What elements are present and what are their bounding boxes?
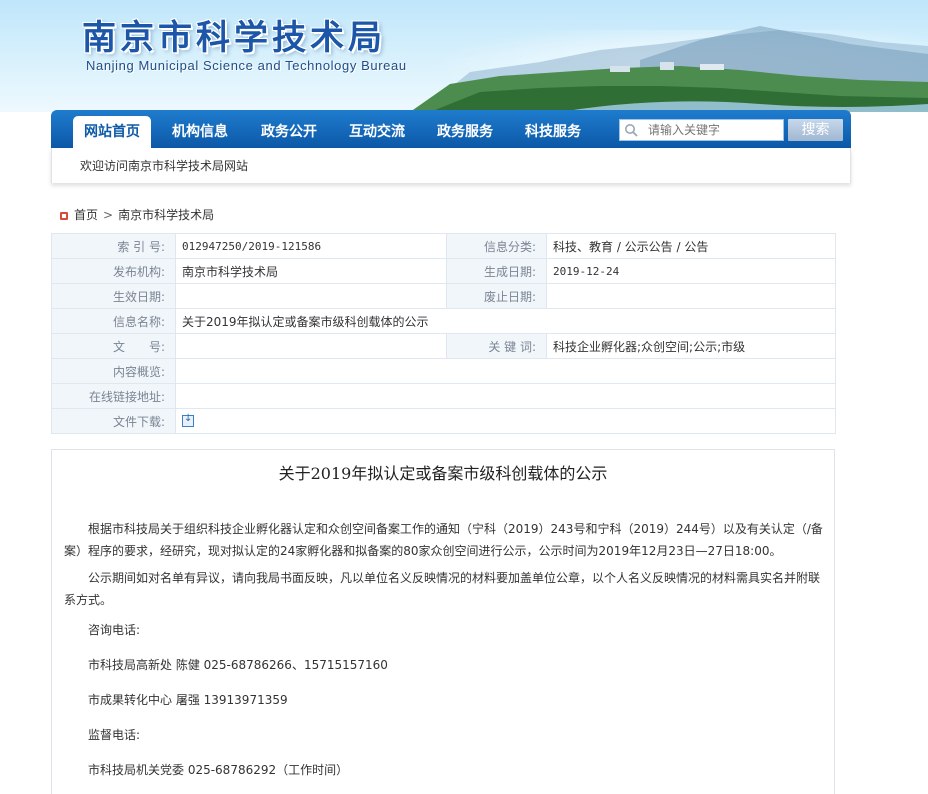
nav-item-interaction[interactable]: 互动交流 — [338, 116, 416, 148]
download-label: 文件下载: — [51, 408, 176, 434]
paragraph-1-line-2: 案）程序的要求，经研究，现对拟认定的24家孵化器和拟备案的80家众创空间进行公示… — [64, 544, 782, 558]
article-title: 关于2019年拟认定或备案市级科创载体的公示 — [278, 464, 608, 483]
table-row: 内容概览: — [51, 358, 836, 384]
site-title: 南京市科学技术局 — [82, 18, 386, 58]
doc-number-label: 文 号: — [51, 333, 176, 359]
expired-date-value — [546, 283, 836, 309]
download-cell — [175, 408, 836, 434]
summary-value — [175, 358, 836, 384]
header-banner: 南京市科学技术局 Nanjing Municipal Science and T… — [0, 0, 928, 112]
welcome-bar: 欢迎访问南京市科学技术局网站 — [51, 148, 851, 183]
category-value: 科技、教育 / 公示公告 / 公告 — [546, 233, 836, 259]
table-row: 文 号: 关 键 词: 科技企业孵化器;众创空间;公示;市级 — [51, 333, 836, 359]
table-row: 信息名称: 关于2019年拟认定或备案市级科创载体的公示 — [51, 308, 836, 334]
download-icon[interactable] — [182, 413, 194, 427]
nav-item-home[interactable]: 网站首页 — [73, 116, 151, 148]
paragraph-1-line-1: 根据市科技局关于组织科技企业孵化器认定和众创空间备案工作的通知（宁科（2019）… — [88, 522, 823, 536]
doc-number-value — [175, 333, 447, 359]
consult-phone-label: 咨询电话: — [88, 623, 141, 637]
created-date-label: 生成日期: — [446, 258, 547, 284]
home-icon — [60, 212, 68, 220]
table-row: 生效日期: 废止日期: — [51, 283, 836, 309]
paragraph-2-line-2: 系方式。 — [64, 593, 113, 607]
search-icon — [625, 124, 638, 137]
table-row: 索 引 号: 012947250/2019-121586 信息分类: 科技、教育… — [51, 233, 836, 259]
publisher-value: 南京市科学技术局 — [175, 258, 447, 284]
table-row: 在线链接地址: — [51, 383, 836, 409]
info-name-value: 关于2019年拟认定或备案市级科创载体的公示 — [175, 308, 836, 334]
welcome-text: 欢迎访问南京市科学技术局网站 — [80, 159, 249, 173]
nav-item-government-affairs[interactable]: 政务公开 — [250, 116, 328, 148]
article-panel: 关于2019年拟认定或备案市级科创载体的公示 根据市科技局关于组织科技企业孵化器… — [51, 449, 835, 794]
breadcrumb-current[interactable]: 南京市科学技术局 — [118, 208, 214, 222]
info-name-label: 信息名称: — [51, 308, 176, 334]
keywords-label: 关 键 词: — [446, 333, 547, 359]
table-row: 文件下载: — [51, 408, 836, 434]
nav-item-tech-services[interactable]: 科技服务 — [514, 116, 592, 148]
table-row: 发布机构: 南京市科学技术局 生成日期: 2019-12-24 — [51, 258, 836, 284]
created-date-value: 2019-12-24 — [546, 258, 836, 284]
breadcrumb-separator: > — [103, 208, 114, 222]
nav-item-organization[interactable]: 机构信息 — [161, 116, 239, 148]
search-box — [619, 119, 784, 141]
contact-1: 市科技局高新处 陈健 025-68786266、15715157160 — [88, 658, 388, 672]
contact-2: 市成果转化中心 屠强 13913971359 — [88, 693, 288, 707]
supervise-phone-label: 监督电话: — [88, 728, 141, 742]
info-table: 索 引 号: 012947250/2019-121586 信息分类: 科技、教育… — [51, 233, 836, 434]
keywords-value: 科技企业孵化器;众创空间;公示;市级 — [546, 333, 836, 359]
effective-date-value — [175, 283, 447, 309]
contact-3: 市科技局机关党委 025-68786292（工作时间） — [88, 763, 349, 777]
nav-item-services[interactable]: 政务服务 — [426, 116, 504, 148]
publisher-label: 发布机构: — [51, 258, 176, 284]
main-nav: 网站首页 机构信息 政务公开 互动交流 政务服务 科技服务 搜索 — [51, 110, 851, 148]
online-link-value[interactable] — [175, 383, 836, 409]
paragraph-2-line-1: 公示期间如对名单有异议，请向我局书面反映，凡以单位名义反映情况的材料要加盖单位公… — [88, 571, 821, 585]
search-button[interactable]: 搜索 — [788, 119, 843, 141]
effective-date-label: 生效日期: — [51, 283, 176, 309]
summary-label: 内容概览: — [51, 358, 176, 384]
index-value: 012947250/2019-121586 — [175, 233, 447, 259]
expired-date-label: 废止日期: — [446, 283, 547, 309]
online-link-label: 在线链接地址: — [51, 383, 176, 409]
category-label: 信息分类: — [446, 233, 547, 259]
breadcrumb-home[interactable]: 首页 — [74, 208, 98, 222]
site-subtitle: Nanjing Municipal Science and Technology… — [86, 58, 407, 73]
breadcrumb: 首页 > 南京市科学技术局 — [60, 207, 214, 223]
search-input[interactable] — [648, 121, 778, 139]
index-label: 索 引 号: — [51, 233, 176, 259]
